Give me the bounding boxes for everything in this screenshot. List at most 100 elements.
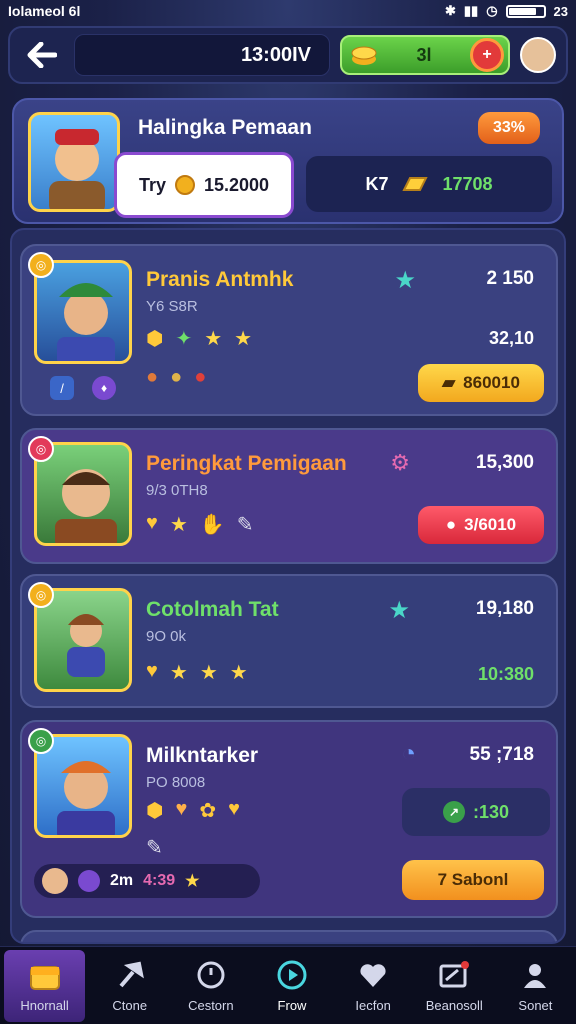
arrow-icon: ↗ bbox=[442, 801, 465, 823]
coin-icon bbox=[174, 175, 195, 195]
shield-icon: ⬢ bbox=[146, 800, 164, 822]
character-avatar-icon bbox=[57, 761, 115, 835]
player-score: 19,180 bbox=[475, 598, 534, 619]
bonus-box: ↗ :130 bbox=[402, 788, 550, 836]
player-name: Cotolmah Tat bbox=[146, 598, 279, 621]
status-icons: ✱ ▮▮ ◷ 23 bbox=[445, 3, 568, 19]
bluetooth-icon: ✱ bbox=[444, 3, 456, 18]
sword-icon: / bbox=[50, 376, 74, 400]
rank-badge-icon: ◎ bbox=[28, 582, 54, 608]
nav-item-cestorn[interactable]: Cestorn bbox=[170, 958, 251, 1013]
nav-label: Hnornall bbox=[20, 998, 69, 1013]
badges-row: ⬢ ✦ ★ ★ bbox=[146, 326, 252, 351]
list-item[interactable]: ◎ Milkntarker PO 8008 ◔ 55 ;718 ↗ :130 ⬢… bbox=[20, 720, 558, 918]
coin-stack-icon bbox=[351, 46, 377, 65]
top-bar: 13:00IV 3l + bbox=[8, 26, 568, 84]
list-item[interactable]: ◎ Cotolmah Tat 9O 0k ★ 19,180 10:380 ♥ ★… bbox=[20, 574, 558, 708]
gear-icon: ⚙ bbox=[390, 450, 410, 475]
rank-badge-icon: ◎ bbox=[28, 252, 54, 278]
carrier-label: Iolameol 6l bbox=[8, 3, 81, 19]
coin-value: 3l bbox=[416, 44, 432, 65]
badges-row: ⬢ ♥ ✿ ♥ ✎ bbox=[146, 798, 266, 860]
team-label: 2m bbox=[110, 872, 134, 889]
featured-card: Halingka Pemaan 33% Try 15.2000 K7 17708 bbox=[12, 98, 564, 224]
nav-item-beanosoll[interactable]: Beanosoll bbox=[414, 958, 495, 1013]
nav-label: Frow bbox=[277, 998, 307, 1013]
player-subtitle: 9O 0k bbox=[146, 628, 187, 645]
clock-icon: ◔ bbox=[401, 740, 417, 767]
status-bar: Iolameol 6l ✱ ▮▮ ◷ 23 bbox=[0, 0, 576, 22]
featured-portrait bbox=[28, 112, 120, 212]
character-avatar-icon bbox=[55, 469, 117, 543]
potion-icon bbox=[78, 870, 100, 892]
gold-reward-box: K7 17708 bbox=[306, 156, 552, 212]
try-button[interactable]: Try 15.2000 bbox=[114, 152, 294, 218]
nav-item-sonet[interactable]: Sonet bbox=[495, 958, 576, 1013]
star-icon: ★ bbox=[229, 662, 248, 684]
star-icon: ★ bbox=[185, 873, 200, 890]
player-name: Peringkat Pemigaan bbox=[146, 452, 347, 475]
chest-icon bbox=[28, 958, 62, 992]
player-subtitle: 9/3 0TH8 bbox=[146, 482, 208, 499]
mail-icon bbox=[437, 958, 471, 992]
try-value: 15.2000 bbox=[203, 174, 270, 195]
nav-label: Beanosoll bbox=[425, 998, 483, 1013]
challenge-button[interactable]: ● 3/6010 bbox=[418, 506, 544, 544]
list-item[interactable]: ◎ Pranis Antmhk Y6 S8R ★ 2 150 32,10 ⬢ ✦… bbox=[20, 244, 558, 416]
nav-label: Cestorn bbox=[188, 998, 234, 1013]
potion-icon: ♦ bbox=[92, 376, 116, 400]
add-coins-button[interactable]: + bbox=[469, 38, 504, 72]
reward-label: K7 bbox=[365, 173, 389, 194]
signal-icon: ▮▮ bbox=[463, 3, 479, 18]
play-icon bbox=[275, 958, 309, 992]
star-icon: ★ bbox=[388, 597, 410, 624]
add-icon: + bbox=[482, 46, 492, 63]
star-icon: ★ bbox=[199, 662, 218, 684]
collect-button[interactable]: 7 Sabonl bbox=[402, 860, 544, 900]
percent-badge: 33% bbox=[478, 112, 540, 144]
back-button[interactable] bbox=[20, 33, 64, 77]
coin-bar[interactable]: 3l + bbox=[340, 35, 510, 75]
character-avatar-icon bbox=[49, 129, 105, 209]
rank-badge-icon: ◎ bbox=[28, 436, 54, 462]
nav-label: Ctone bbox=[112, 998, 148, 1013]
percent-value: 33% bbox=[492, 119, 526, 136]
rank-badge-icon: ◎ bbox=[28, 728, 54, 754]
list-item-partial[interactable] bbox=[20, 930, 558, 942]
team-bar: 2m 4:39 ★ bbox=[34, 864, 260, 898]
arrow-left-icon bbox=[27, 42, 57, 68]
list-item[interactable]: ◎ Peringkat Pemigaan 9/3 0TH8 ⚙ 15,300 ♥… bbox=[20, 428, 558, 564]
team-avatar bbox=[42, 868, 68, 894]
shield-icon: ⬢ bbox=[146, 328, 164, 350]
bottom-navigation: Hnornall Ctone Cestorn Frow Iecfon Beano… bbox=[0, 946, 576, 1024]
character-avatar-icon bbox=[67, 614, 105, 677]
nav-item-frow[interactable]: Frow bbox=[251, 958, 332, 1013]
reward-value: 17708 bbox=[442, 173, 493, 194]
team-value: 4:39 bbox=[143, 872, 176, 889]
heart-icon: ♥ bbox=[146, 660, 158, 682]
nav-item-home[interactable]: Hnornall bbox=[4, 949, 86, 1022]
leaderboard-list[interactable]: ◎ Pranis Antmhk Y6 S8R ★ 2 150 32,10 ⬢ ✦… bbox=[10, 228, 566, 944]
timer-display: 13:00IV bbox=[74, 34, 330, 76]
heart-icon: ♥ bbox=[228, 798, 240, 820]
badges-row: ♥ ★ ★ ★ bbox=[146, 660, 248, 685]
bonus-value: :130 bbox=[472, 801, 510, 822]
nav-item-iecfon[interactable]: Iecfon bbox=[333, 958, 414, 1013]
bag-icon: ● bbox=[146, 366, 159, 388]
player-score: 2 150 bbox=[486, 268, 534, 289]
location-icon: ● bbox=[445, 515, 457, 534]
star-icon: ★ bbox=[204, 328, 223, 350]
claim-button[interactable]: ▰ 860010 bbox=[418, 364, 544, 402]
featured-title: Halingka Pemaan bbox=[138, 116, 312, 139]
user-avatar[interactable] bbox=[520, 37, 556, 73]
leaf-icon: ✦ bbox=[175, 328, 193, 350]
nav-label: Iecfon bbox=[355, 998, 391, 1013]
gold-bar-icon bbox=[402, 177, 429, 191]
player-name: Milkntarker bbox=[146, 744, 259, 767]
nav-label: Sonet bbox=[518, 998, 553, 1013]
tool-icon: ✎ bbox=[236, 514, 254, 536]
heart-icon bbox=[356, 958, 390, 992]
nav-item-ctone[interactable]: Ctone bbox=[89, 958, 170, 1013]
challenge-value: 3/6010 bbox=[464, 515, 517, 534]
player-subtitle: Y6 S8R bbox=[146, 298, 198, 315]
